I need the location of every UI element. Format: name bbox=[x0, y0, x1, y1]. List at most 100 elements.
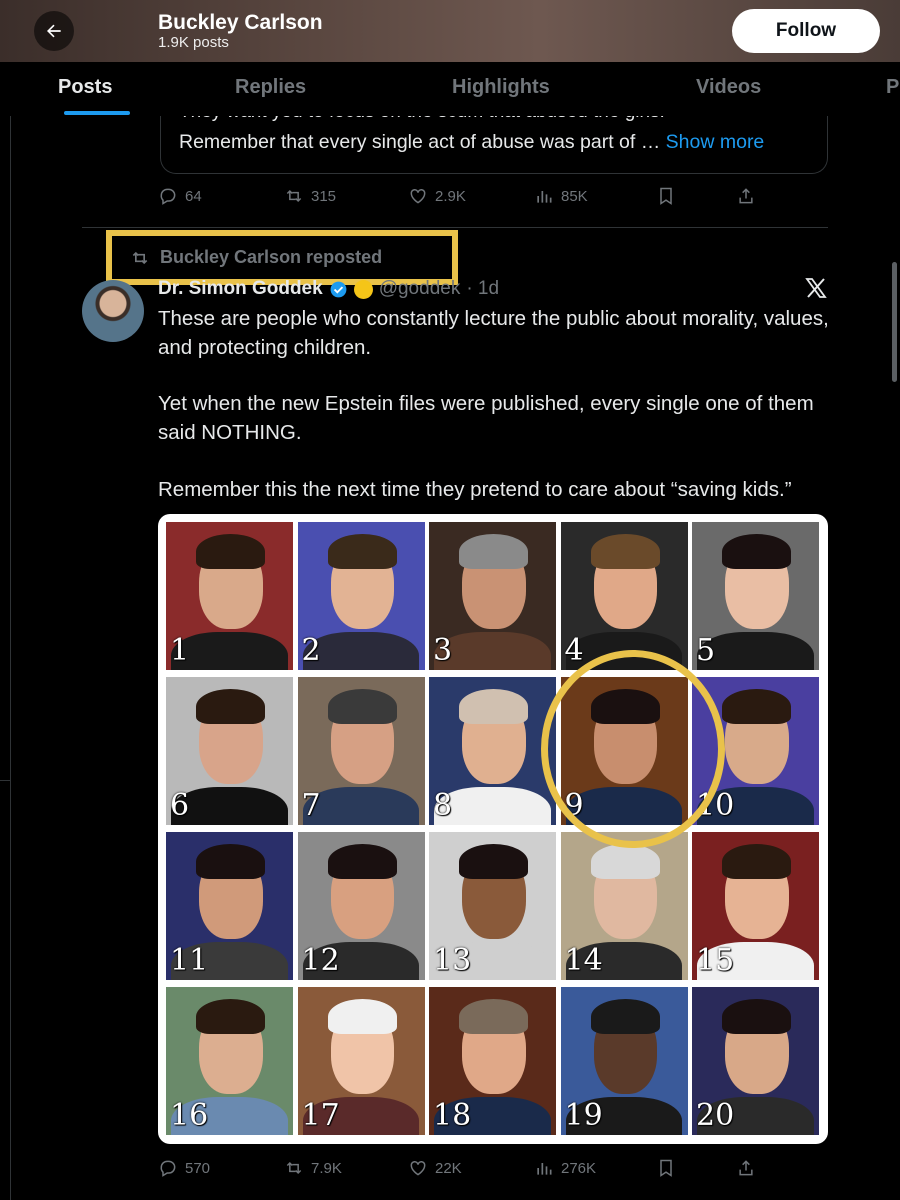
portrait-hair bbox=[459, 533, 529, 570]
like-count: 22K bbox=[435, 1159, 462, 1177]
grid-number-label: 5 bbox=[696, 633, 716, 668]
scrollbar[interactable] bbox=[892, 262, 897, 382]
repost-icon bbox=[286, 189, 302, 203]
like-count: 2.9K bbox=[435, 187, 466, 205]
reply-button[interactable]: 64 bbox=[158, 186, 202, 206]
like-button[interactable]: 22K bbox=[408, 1158, 462, 1178]
grid-portrait-15: 15 bbox=[692, 832, 819, 980]
grid-portrait-11: 11 bbox=[166, 832, 293, 980]
repost-label-text: Buckley Carlson reposted bbox=[160, 247, 383, 267]
portrait-hair bbox=[722, 533, 792, 570]
post-text-paragraph: Remember this the next time they pretend… bbox=[158, 478, 792, 501]
repost-count: 315 bbox=[311, 187, 337, 205]
post-divider bbox=[82, 227, 828, 228]
grid-number-label: 7 bbox=[301, 788, 321, 823]
author-row: Dr. Simon Goddek @goddek · 1d bbox=[158, 276, 499, 302]
grid-number-label: 6 bbox=[170, 788, 190, 823]
share-button[interactable] bbox=[736, 1158, 756, 1178]
grid-number-label: 2 bbox=[301, 633, 321, 668]
heart-icon bbox=[410, 188, 426, 204]
views-button[interactable]: 276K bbox=[534, 1158, 596, 1178]
post-time: · 1d bbox=[466, 278, 500, 299]
x-logo-icon[interactable] bbox=[804, 276, 828, 300]
grid-number-label: 18 bbox=[433, 1098, 472, 1133]
portrait-hair bbox=[327, 533, 397, 570]
share-icon bbox=[739, 188, 753, 204]
grid-number-label: 4 bbox=[564, 633, 584, 668]
view-count: 85K bbox=[561, 187, 588, 205]
bookmark-button[interactable] bbox=[656, 186, 676, 206]
share-button[interactable] bbox=[736, 186, 756, 206]
views-icon bbox=[537, 191, 552, 203]
profile-name: Buckley Carlson bbox=[158, 11, 323, 34]
portrait-hair bbox=[590, 533, 660, 570]
repost-label[interactable]: Buckley Carlson reposted bbox=[130, 247, 382, 268]
heart-icon bbox=[410, 1160, 426, 1176]
author-handle[interactable]: @goddek bbox=[379, 278, 461, 300]
repost-button[interactable]: 315 bbox=[284, 186, 336, 206]
like-button[interactable]: 2.9K bbox=[408, 186, 466, 206]
column-border bbox=[10, 62, 11, 1200]
grid-number-label: 19 bbox=[564, 1098, 603, 1133]
grid-number-label: 8 bbox=[433, 788, 453, 823]
grid-portrait-18: 18 bbox=[429, 987, 556, 1135]
grid-number-label: 16 bbox=[170, 1098, 209, 1133]
grid-number-label: 1 bbox=[170, 633, 190, 668]
repost-button[interactable]: 7.9K bbox=[284, 1158, 342, 1178]
grid-portrait-1: 1 bbox=[166, 522, 293, 670]
grid-number-label: 15 bbox=[696, 943, 735, 978]
profile-tabs: Posts Replies Highlights Videos P bbox=[10, 62, 900, 116]
portrait-hair bbox=[196, 998, 266, 1035]
post-text-paragraph: Yet when the new Epstein files were publ… bbox=[158, 392, 814, 444]
portrait-hair bbox=[590, 998, 660, 1035]
bookmark-icon bbox=[660, 187, 672, 205]
back-button[interactable] bbox=[34, 11, 74, 51]
tab-highlights[interactable]: Highlights bbox=[452, 76, 550, 99]
views-button[interactable]: 85K bbox=[534, 186, 588, 206]
grid-portrait-6: 6 bbox=[166, 677, 293, 825]
repost-icon bbox=[286, 1161, 302, 1175]
reply-count: 570 bbox=[185, 1159, 211, 1177]
reply-icon bbox=[160, 188, 176, 205]
grid-number-label: 17 bbox=[301, 1098, 340, 1133]
grid-portrait-2: 2 bbox=[297, 522, 425, 670]
share-icon bbox=[739, 1160, 753, 1176]
show-more-link[interactable]: Show more bbox=[666, 131, 765, 153]
portrait-hair bbox=[327, 998, 397, 1035]
reply-button[interactable]: 570 bbox=[158, 1158, 210, 1178]
grid-portrait-12: 12 bbox=[297, 832, 425, 980]
view-count: 276K bbox=[561, 1159, 597, 1177]
author-avatar[interactable] bbox=[82, 280, 144, 342]
highlight-circle bbox=[541, 650, 725, 848]
reply-count: 64 bbox=[185, 187, 202, 205]
portrait-hair bbox=[722, 688, 792, 725]
post-actions: 570 7.9K 22K 276K bbox=[158, 1158, 778, 1182]
author-name[interactable]: Dr. Simon Goddek bbox=[158, 278, 323, 300]
repost-icon bbox=[132, 251, 148, 264]
grid-portrait-19: 19 bbox=[560, 987, 688, 1135]
post-actions: 64 315 2.9K 85K bbox=[158, 186, 778, 210]
grid-portrait-14: 14 bbox=[560, 832, 688, 980]
tab-replies[interactable]: Replies bbox=[235, 76, 306, 99]
portrait-hair bbox=[459, 998, 529, 1035]
tab-partial[interactable]: P bbox=[886, 76, 899, 99]
portrait-hair bbox=[722, 998, 792, 1035]
profile-header: Buckley Carlson 1.9K posts Follow bbox=[0, 0, 900, 62]
grid-number-label: 12 bbox=[301, 943, 340, 978]
bookmark-button[interactable] bbox=[656, 1158, 676, 1178]
grid-portrait-4: 4 bbox=[560, 522, 688, 670]
follow-button[interactable]: Follow bbox=[732, 9, 880, 53]
portrait-hair bbox=[196, 843, 266, 880]
portrait-hair bbox=[327, 688, 397, 725]
grid-number-label: 3 bbox=[433, 633, 453, 668]
portrait-hair bbox=[327, 843, 397, 880]
grid-portrait-16: 16 bbox=[166, 987, 293, 1135]
tab-posts[interactable]: Posts bbox=[58, 76, 112, 99]
grid-number-label: 11 bbox=[170, 943, 209, 978]
emoji-icon bbox=[353, 279, 373, 299]
post-image[interactable]: 1 2 3 4 5 6 7 8 9 10 11 12 13 14 15 16 17 18 19 20 bbox=[158, 514, 828, 1144]
tab-videos[interactable]: Videos bbox=[696, 76, 761, 99]
grid-portrait-17: 17 bbox=[297, 987, 425, 1135]
portrait-hair bbox=[196, 533, 266, 570]
quoted-post-text-line: Remember that every single act of abuse … bbox=[179, 131, 764, 154]
